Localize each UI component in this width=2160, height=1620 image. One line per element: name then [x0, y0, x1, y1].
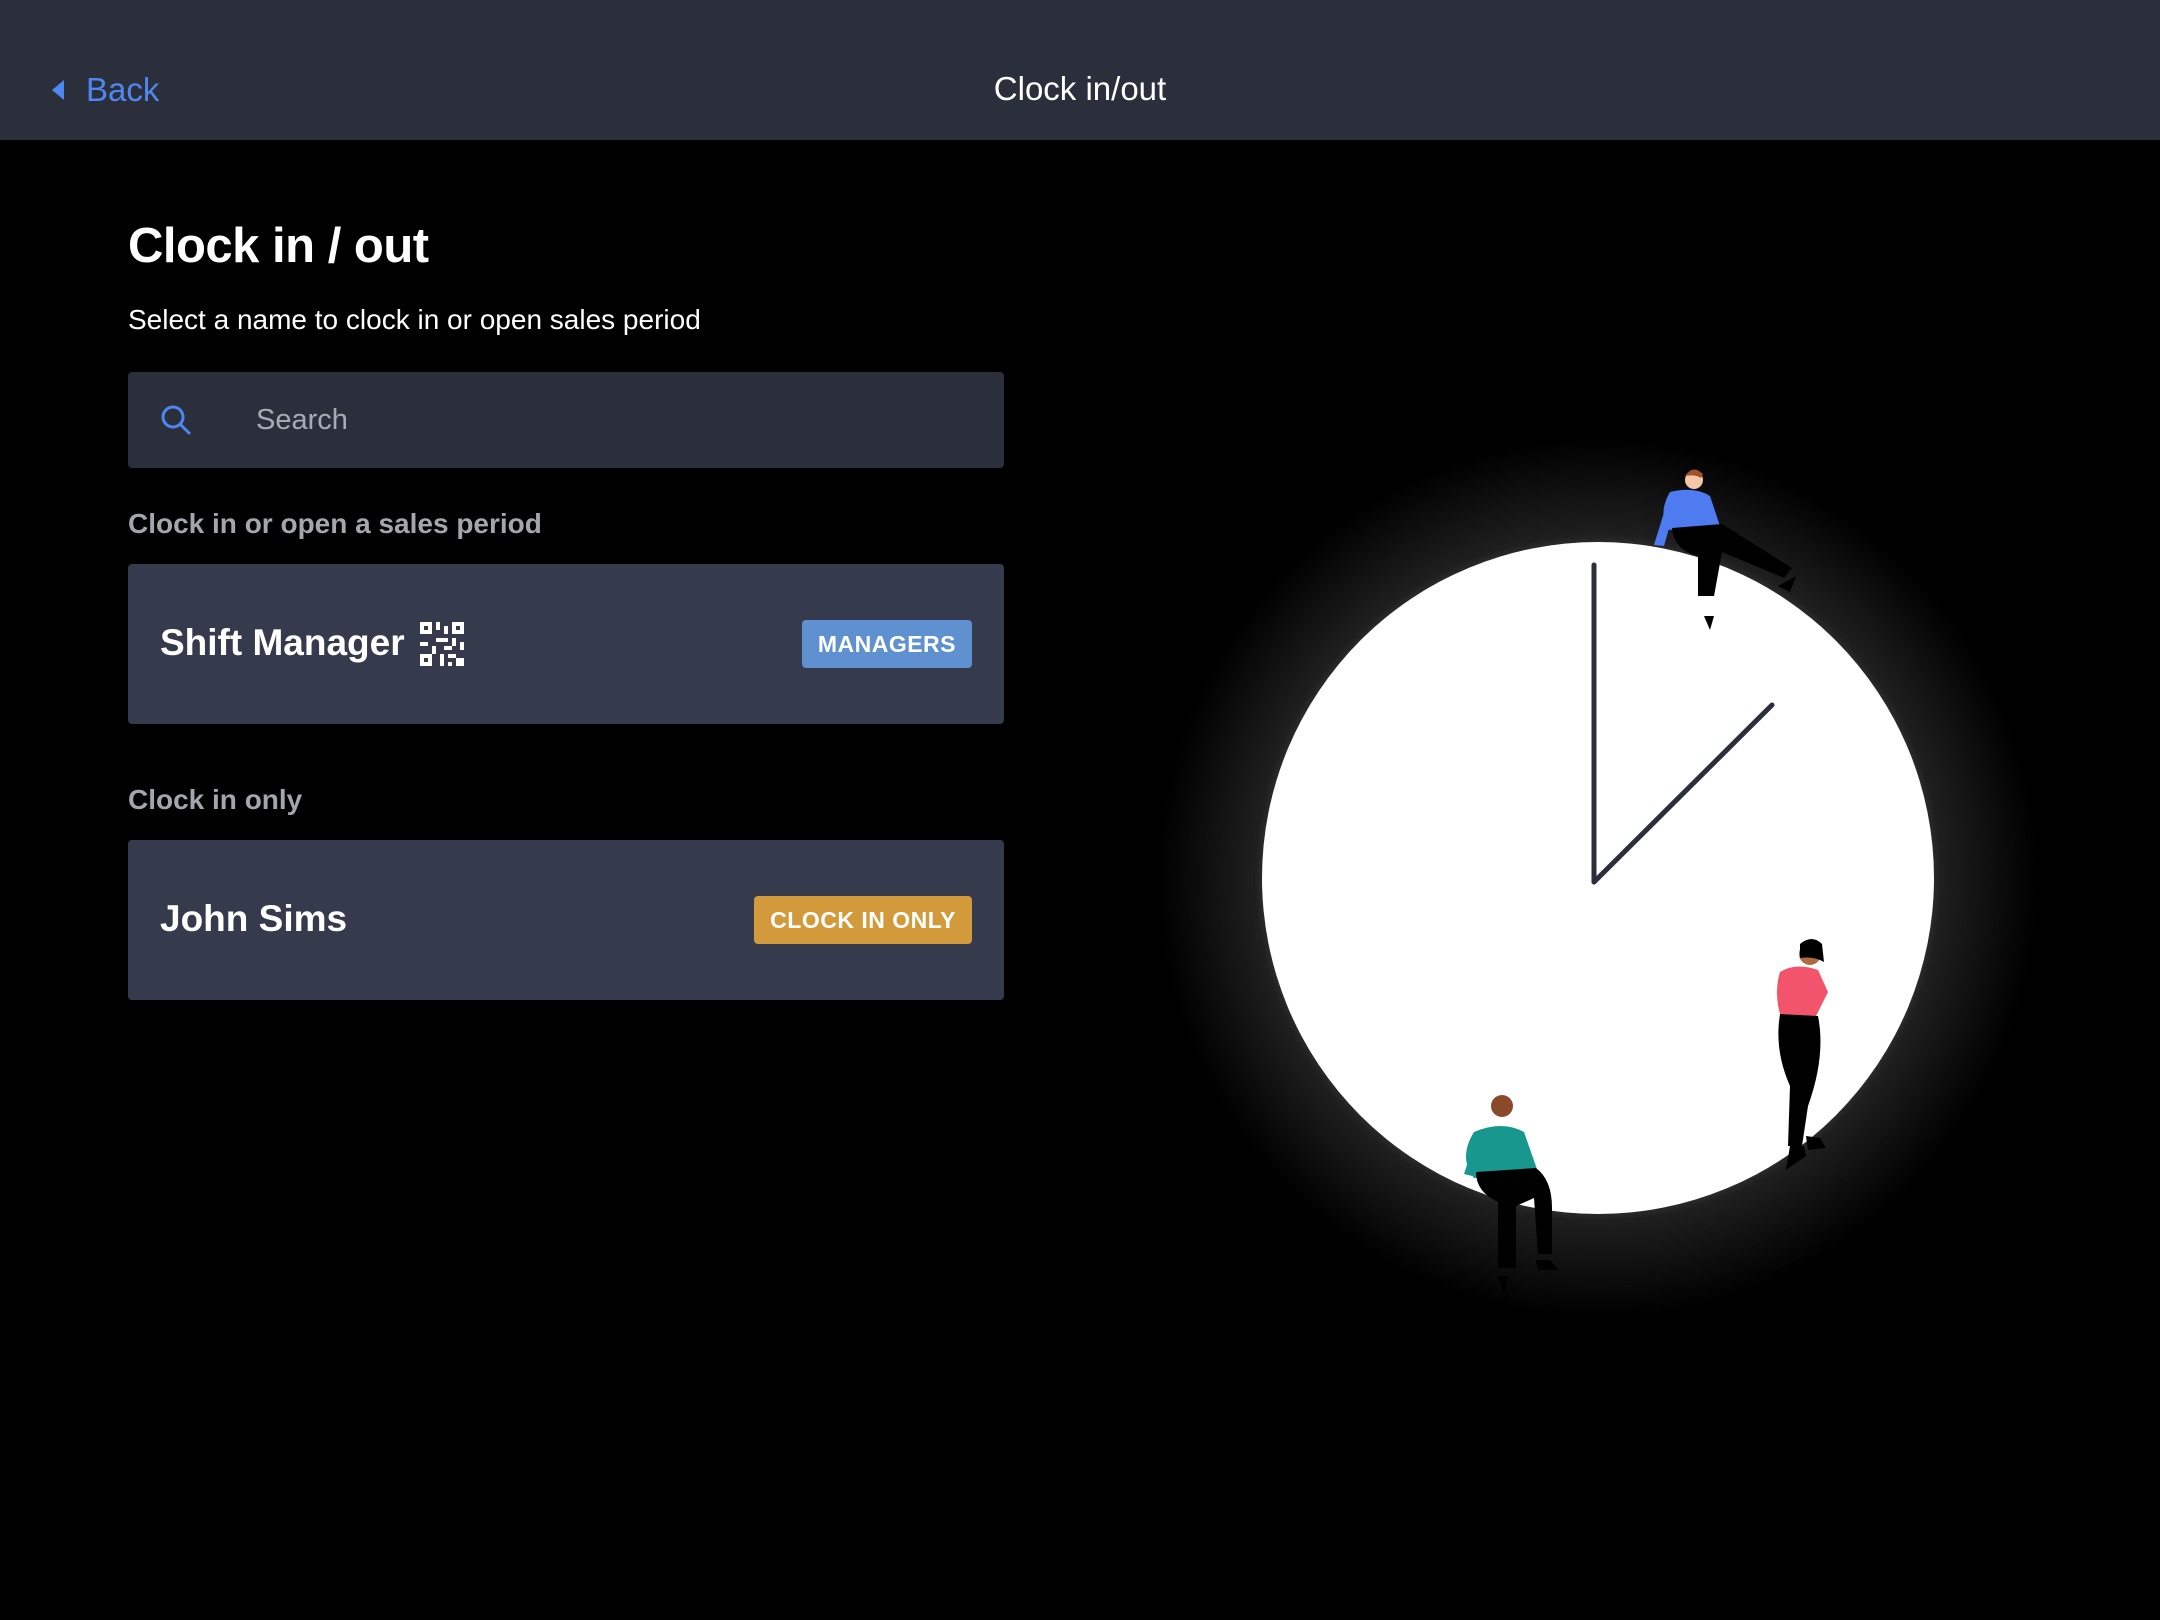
employee-name: John Sims	[160, 898, 348, 939]
navigation-bar: Back Clock in/out	[0, 0, 2160, 140]
badge-clock-in-only: CLOCK IN ONLY	[754, 896, 972, 944]
nav-title: Clock in/out	[993, 70, 1167, 107]
section-label-clock-in-only: Clock in only	[128, 784, 303, 815]
employee-card-john-sims[interactable]: John Sims CLOCK IN ONLY	[128, 840, 1004, 1000]
badge-managers: MANAGERS	[801, 620, 972, 668]
clock-illustration	[1158, 438, 2038, 1318]
qr-code-icon	[420, 622, 464, 666]
page-title: Clock in / out	[128, 219, 429, 273]
search-box[interactable]	[128, 372, 1004, 468]
employee-name: Shift Manager	[160, 622, 405, 663]
section-label-clock-in-or-open: Clock in or open a sales period	[128, 508, 542, 539]
search-icon	[161, 405, 191, 435]
search-input[interactable]	[256, 372, 976, 468]
page-subtitle: Select a name to clock in or open sales …	[128, 304, 701, 335]
employee-card-shift-manager[interactable]: Shift Manager MANAGERS	[128, 564, 1004, 724]
